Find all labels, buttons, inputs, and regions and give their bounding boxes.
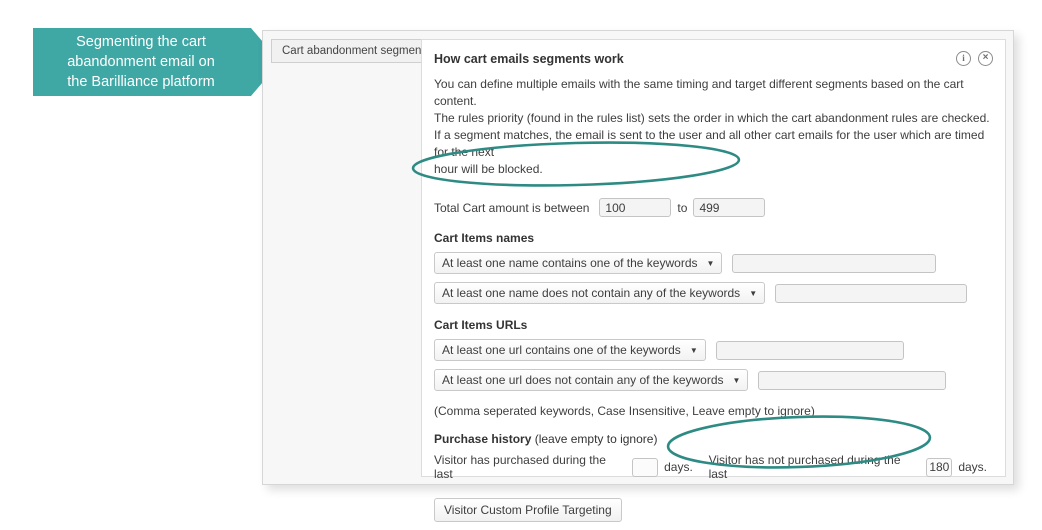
cart-url-keywords-input-1[interactable]	[715, 340, 904, 360]
cart-url-rule-row-1: At least one url contains one of the key…	[434, 339, 993, 361]
cart-url-rule-select-2[interactable]: At least one url does not contain any of…	[434, 369, 749, 391]
cart-items-urls-title: Cart Items URLs	[434, 318, 528, 332]
intro-line-2: The rules priority (found in the rules l…	[434, 111, 990, 125]
purchase-history-rows: Visitor has purchased during the last da…	[434, 453, 993, 481]
cart-name-rule-select-1-label: At least one name contains one of the ke…	[442, 256, 698, 270]
intro-paragraph: You can define multiple emails with the …	[434, 76, 993, 178]
cart-url-keywords-input-2[interactable]	[758, 370, 947, 390]
intro-line-1: You can define multiple emails with the …	[434, 77, 964, 108]
purchase-history-title-suffix: (leave empty to ignore)	[534, 432, 658, 446]
chevron-down-icon: ▼	[706, 258, 715, 268]
visitor-not-purchased-label: Visitor has not purchased during the las…	[708, 453, 901, 481]
cart-url-rule-select-2-label: At least one url does not contain any of…	[442, 373, 724, 387]
close-icon[interactable]: ×	[978, 51, 993, 66]
chevron-down-icon: ▼	[732, 375, 741, 385]
intro-line-3: If a segment matches, the email is sent …	[434, 128, 985, 159]
cart-name-keywords-input-2[interactable]	[775, 283, 968, 303]
cart-name-rule-select-2[interactable]: At least one name does not contain any o…	[434, 282, 766, 304]
cart-name-keywords-input-1[interactable]	[732, 253, 937, 273]
purchase-history-title: Purchase history (leave empty to ignore)	[434, 432, 993, 446]
cart-name-rule-row-2: At least one name does not contain any o…	[434, 282, 993, 304]
settings-panel: Cart abandonment segment How cart emails…	[262, 30, 1014, 522]
visitor-not-purchased-suffix: days.	[958, 460, 987, 474]
segment-settings-card: How cart emails segments work i × You ca…	[421, 39, 1006, 522]
callout-banner-text: Segmenting the cart abandonment email on…	[67, 34, 215, 90]
card-header: How cart emails segments work i ×	[434, 51, 993, 66]
total-cart-amount-label: Total Cart amount is between	[434, 200, 590, 215]
cart-url-rule-select-1-label: At least one url contains one of the key…	[442, 343, 681, 357]
tab-body[interactable]: Cart abandonment segment	[271, 39, 449, 64]
visitor-purchased-label: Visitor has purchased during the last	[434, 453, 606, 481]
total-cart-min-input[interactable]	[599, 198, 672, 217]
chevron-down-icon: ▼	[689, 345, 698, 355]
visitor-custom-profile-targeting-button[interactable]: Visitor Custom Profile Targeting	[434, 498, 622, 522]
cart-url-rule-row-2: At least one url does not contain any of…	[434, 369, 993, 391]
page-title: How cart emails segments work	[434, 52, 624, 66]
keywords-help-note: (Comma seperated keywords, Case Insensit…	[434, 404, 815, 418]
cart-name-rule-select-1[interactable]: At least one name contains one of the ke…	[434, 252, 723, 274]
visitor-has-not-purchased-row: Visitor has not purchased during the las…	[709, 453, 993, 481]
visitor-purchased-suffix: days.	[664, 460, 693, 474]
card-header-icons: i ×	[956, 51, 993, 66]
cart-name-rule-select-2-label: At least one name does not contain any o…	[442, 286, 741, 300]
cart-url-rule-select-1[interactable]: At least one url contains one of the key…	[434, 339, 706, 361]
total-cart-max-input[interactable]	[693, 198, 766, 217]
tab-label: Cart abandonment segment	[282, 45, 425, 57]
intro-line-4: hour will be blocked.	[434, 162, 543, 176]
tab-cart-abandonment-segment[interactable]: Cart abandonment segment	[271, 39, 449, 64]
total-cart-joiner: to	[677, 200, 688, 215]
cart-items-names-title: Cart Items names	[434, 231, 535, 245]
cart-name-rule-row-1: At least one name contains one of the ke…	[434, 252, 993, 274]
visitor-purchased-days-input[interactable]	[632, 457, 659, 477]
visitor-not-purchased-days-input[interactable]	[926, 457, 953, 477]
info-icon[interactable]: i	[956, 51, 971, 66]
chevron-down-icon: ▼	[749, 288, 758, 298]
callout-banner: Segmenting the cart abandonment email on…	[33, 28, 251, 96]
purchase-history-title-text: Purchase history	[434, 432, 532, 446]
visitor-has-purchased-row: Visitor has purchased during the last da…	[434, 453, 699, 481]
total-cart-amount-row: Total Cart amount is between to	[434, 198, 993, 217]
